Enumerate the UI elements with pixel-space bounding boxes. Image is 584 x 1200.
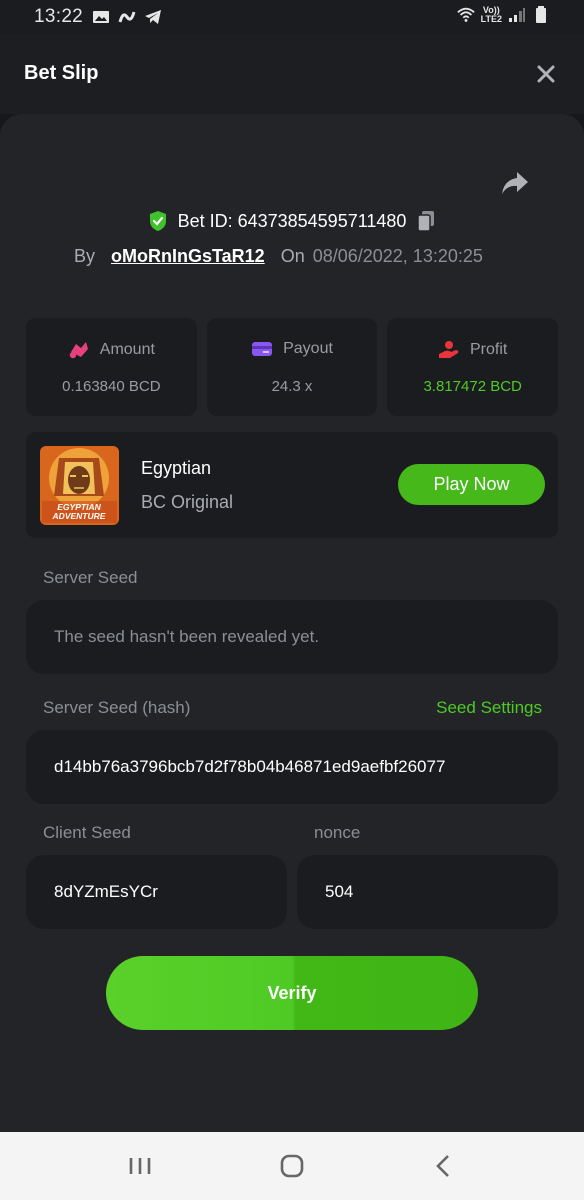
client-seed-label: Client Seed — [43, 823, 131, 842]
bet-meta-row: By oMoRnInGsTaR12 On 08/06/2022, 13:20:2… — [74, 246, 483, 267]
system-navbar — [0, 1132, 584, 1200]
status-time: 13:22 — [34, 6, 84, 27]
stat-label: Payout — [283, 340, 333, 357]
server-seed-field[interactable]: The seed hasn't been revealed yet. — [26, 600, 558, 674]
thumb-subtitle: ADVENTURE — [52, 511, 106, 521]
amount-icon — [69, 342, 88, 359]
nonce-field[interactable]: 504 — [297, 855, 558, 929]
share-icon[interactable] — [500, 169, 530, 197]
stat-amount: Amount 0.163840 BCD — [26, 318, 197, 416]
status-system: Vo)) LTE2 — [456, 5, 550, 24]
stat-label: Profit — [470, 341, 508, 358]
stat-profit: Profit 3.817472 BCD — [387, 318, 559, 416]
nonce-label: nonce — [314, 823, 361, 842]
nonce-value: 504 — [325, 882, 354, 901]
copy-icon[interactable] — [416, 210, 436, 232]
server-seed-hash-value: d14bb76a3796bcb7d2f78b04b46871ed9aefbf26… — [54, 757, 446, 776]
client-seed-field[interactable]: 8dYZmEsYCr — [26, 855, 287, 929]
stat-value: 0.163840 BCD — [62, 378, 161, 395]
on-label: On — [280, 246, 305, 266]
bet-date: 08/06/2022, 13:20:25 — [312, 246, 483, 266]
verified-shield-icon — [149, 211, 166, 231]
verify-button[interactable]: Verify — [106, 956, 478, 1030]
game-provider: BC Original — [141, 492, 234, 512]
username-link[interactable]: oMoRnInGsTaR12 — [111, 246, 265, 267]
game-name: Egyptian — [141, 458, 212, 478]
page-title: Bet Slip — [24, 62, 99, 84]
bet-slip-header: Bet Slip — [0, 34, 584, 114]
back-icon[interactable] — [430, 1152, 458, 1180]
seed-settings-link[interactable]: Seed Settings — [436, 698, 542, 718]
game-panel: EGYPTIAN ADVENTURE Egyptian BC Original … — [26, 432, 558, 538]
wifi-icon — [456, 7, 475, 22]
stat-value: 24.3 x — [271, 378, 313, 395]
server-seed-hash-field[interactable]: d14bb76a3796bcb7d2f78b04b46871ed9aefbf26… — [26, 730, 558, 804]
app-icon — [118, 11, 136, 23]
bet-id: Bet ID: 64373854595711480 — [177, 210, 407, 231]
telegram-icon — [145, 10, 161, 24]
lte-indicator: Vo)) LTE2 — [480, 5, 502, 24]
recent-apps-icon[interactable] — [126, 1152, 154, 1180]
gallery-icon — [93, 11, 109, 23]
home-icon[interactable] — [278, 1152, 306, 1180]
stat-label: Amount — [99, 341, 155, 358]
payout-card-icon — [252, 342, 273, 356]
bet-stats: Amount 0.163840 BCD Payout 24.3 x Profit… — [26, 318, 559, 416]
bet-detail-card: Bet ID: 64373854595711480 By oMoRnInGsTa… — [0, 114, 584, 1132]
battery-icon — [536, 6, 546, 23]
stat-payout: Payout 24.3 x — [206, 318, 378, 416]
game-thumbnail[interactable]: EGYPTIAN ADVENTURE — [40, 446, 119, 525]
profit-hand-icon — [439, 341, 459, 358]
play-now-button[interactable]: Play Now — [398, 464, 545, 505]
bet-id-row: Bet ID: 64373854595711480 — [0, 210, 584, 232]
signal-icon — [509, 8, 525, 22]
egyptian-game-art: EGYPTIAN ADVENTURE — [40, 446, 119, 525]
client-seed-value: 8dYZmEsYCr — [54, 882, 158, 901]
status-notifications — [92, 8, 162, 26]
server-seed-hash-label: Server Seed (hash) — [43, 698, 191, 717]
close-icon[interactable] — [534, 62, 558, 86]
by-label: By — [74, 246, 96, 266]
server-seed-placeholder: The seed hasn't been revealed yet. — [54, 627, 320, 646]
server-seed-label: Server Seed — [43, 568, 138, 587]
stat-value: 3.817472 BCD — [423, 378, 522, 395]
status-bar: 13:22 Vo)) LTE2 — [0, 0, 584, 34]
